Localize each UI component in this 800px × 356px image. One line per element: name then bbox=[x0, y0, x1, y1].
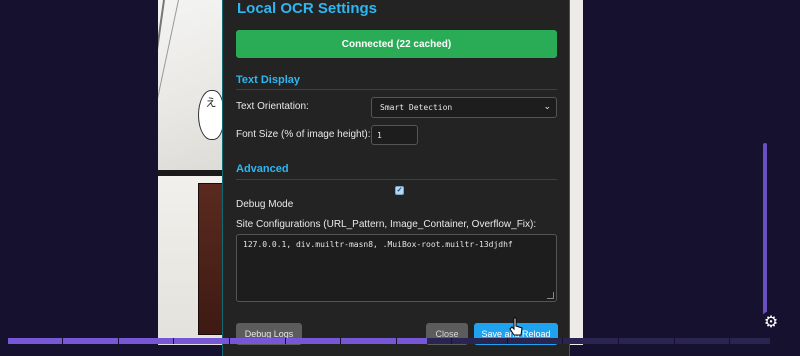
panel-title: Local OCR Settings bbox=[237, 0, 378, 17]
debug-mode-checkbox[interactable]: ✓ bbox=[395, 186, 404, 195]
page-background bbox=[0, 0, 158, 350]
progress-segment bbox=[173, 338, 174, 344]
text-orientation-value: Smart Detection bbox=[380, 103, 453, 112]
manga-panel-top bbox=[158, 0, 228, 172]
section-heading-text-display: Text Display bbox=[236, 74, 300, 86]
site-config-value: 127.0.0.1, div.muiltr-masn8, .MuiBox-roo… bbox=[243, 240, 513, 249]
progress-segment bbox=[674, 338, 675, 344]
progress-segment bbox=[396, 338, 397, 344]
text-orientation-select[interactable]: Smart Detection ⌄ bbox=[371, 97, 557, 118]
font-size-label: Font Size (% of image height): bbox=[236, 129, 371, 140]
gear-icon[interactable]: ⚙ bbox=[760, 311, 782, 333]
connection-status: Connected (22 cached) bbox=[236, 30, 557, 58]
mouse-cursor-icon bbox=[509, 317, 523, 336]
chevron-down-icon: ⌄ bbox=[543, 102, 551, 112]
vertical-scroll-indicator[interactable] bbox=[763, 143, 767, 318]
font-size-input[interactable]: 1 bbox=[371, 125, 418, 145]
progress-segment bbox=[285, 338, 286, 344]
progress-segment bbox=[507, 338, 508, 344]
progress-segment bbox=[618, 338, 619, 344]
speech-bubble: え bbox=[198, 90, 224, 140]
site-config-label: Site Configurations (URL_Pattern, Image_… bbox=[236, 219, 537, 230]
section-heading-advanced: Advanced bbox=[236, 163, 289, 175]
progress-segment bbox=[451, 338, 452, 344]
manga-page-right bbox=[570, 0, 583, 345]
debug-mode-label: Debug Mode bbox=[236, 199, 294, 210]
page-progress-bar[interactable] bbox=[8, 338, 770, 344]
section-divider bbox=[236, 179, 557, 180]
resize-grip-icon[interactable] bbox=[547, 292, 554, 299]
progress-segment bbox=[729, 338, 730, 344]
progress-segment bbox=[562, 338, 563, 344]
progress-segment bbox=[118, 338, 119, 344]
manga-page-left: え bbox=[158, 0, 228, 345]
manga-door bbox=[198, 183, 224, 335]
section-divider bbox=[236, 89, 557, 90]
progress-segment bbox=[62, 338, 63, 344]
progress-segment bbox=[340, 338, 341, 344]
text-orientation-label: Text Orientation: bbox=[236, 101, 309, 112]
progress-segment bbox=[229, 338, 230, 344]
site-config-textarea[interactable]: 127.0.0.1, div.muiltr-masn8, .MuiBox-roo… bbox=[236, 234, 557, 302]
settings-panel: Local OCR Settings Connected (22 cached)… bbox=[222, 0, 570, 356]
page-progress-fill bbox=[8, 338, 428, 344]
